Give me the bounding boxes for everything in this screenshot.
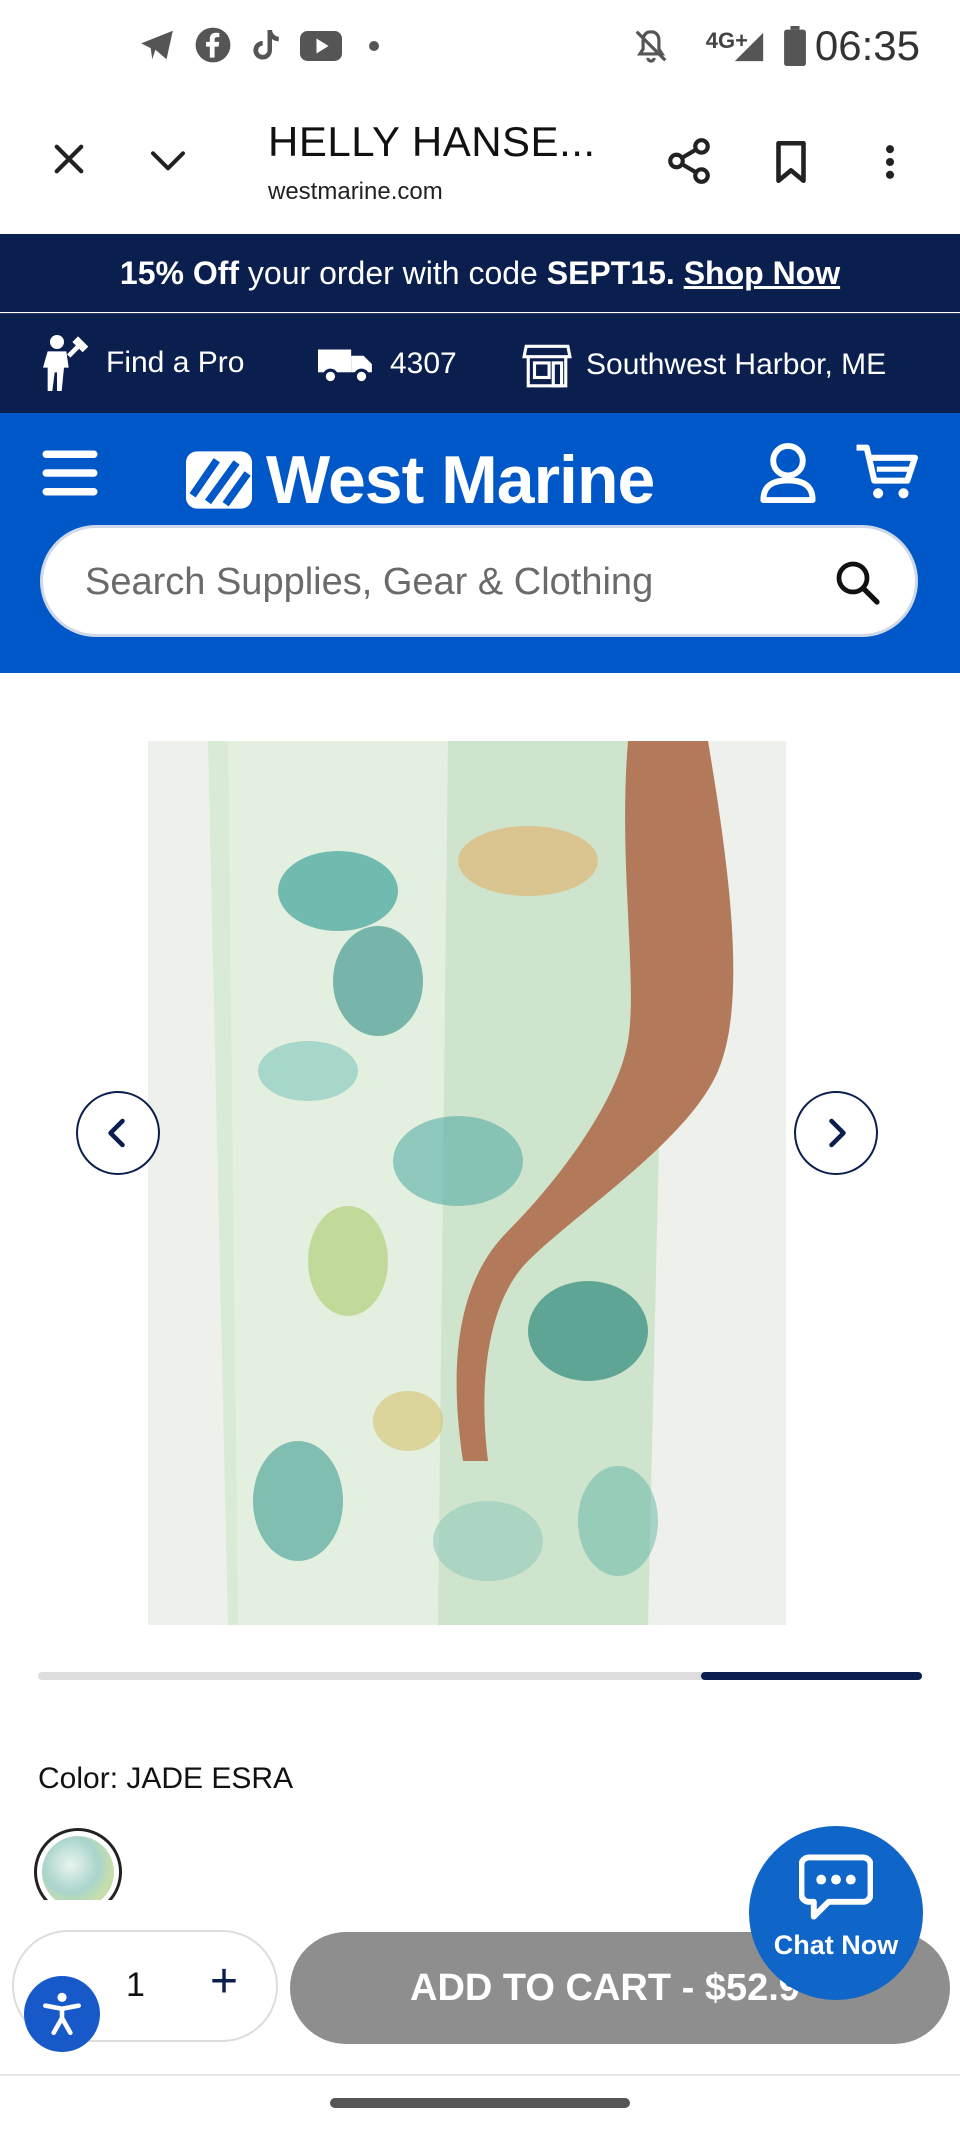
- site-header: West Marine: [0, 413, 960, 673]
- quantity-value[interactable]: 1: [126, 1966, 145, 2005]
- accessibility-button[interactable]: [24, 1976, 100, 2052]
- promo-text: your order with code: [239, 255, 547, 291]
- zip-code: 4307: [390, 347, 457, 380]
- gesture-home-bar[interactable]: [330, 2098, 630, 2108]
- youtube-icon: [300, 31, 342, 61]
- product-image[interactable]: [148, 741, 786, 1625]
- store-name: Southwest Harbor, ME: [586, 348, 887, 381]
- find-a-pro-link[interactable]: Find a Pro: [36, 332, 244, 394]
- chevron-down-icon[interactable]: [144, 140, 192, 180]
- page-url[interactable]: westmarine.com: [268, 178, 443, 206]
- store-icon: [522, 344, 572, 388]
- search-input[interactable]: [83, 528, 807, 636]
- bookmark-icon[interactable]: [766, 136, 816, 188]
- next-image-button[interactable]: [794, 1091, 878, 1175]
- chevron-right-icon: [829, 1118, 846, 1148]
- logo-text: West Marine: [266, 442, 655, 518]
- more-options-icon[interactable]: [868, 138, 912, 186]
- gallery-scroll-thumb[interactable]: [701, 1672, 922, 1680]
- page-title: HELLY HANSE...: [268, 118, 596, 165]
- chat-now-label: Chat Now: [773, 1930, 899, 1960]
- status-bar: 4G+ 06:35: [0, 0, 960, 96]
- tiktok-icon: [253, 30, 279, 60]
- clock: 06:35: [814, 22, 920, 69]
- share-icon[interactable]: [664, 136, 714, 186]
- search-bar: [40, 525, 918, 637]
- promo-code: SEPT15.: [546, 255, 675, 291]
- find-a-pro-label: Find a Pro: [106, 346, 245, 379]
- promo-banner: 15% Off your order with code SEPT15. Sho…: [0, 234, 960, 312]
- accessibility-icon: [43, 1992, 81, 2036]
- product-gallery: [0, 673, 960, 1673]
- cart-icon[interactable]: [854, 441, 920, 505]
- dot-icon: [369, 41, 379, 51]
- store-selector[interactable]: Southwest Harbor, ME: [522, 342, 886, 388]
- chat-bubble-icon: [799, 1854, 873, 1920]
- dress-photo-illustration: [148, 741, 786, 1625]
- chat-now-button[interactable]: Chat Now: [749, 1826, 923, 2000]
- mute-icon: [635, 30, 667, 63]
- delivery-zip-link[interactable]: 4307: [318, 342, 457, 386]
- logo-mark-icon: [186, 451, 252, 509]
- telegram-icon: [141, 30, 173, 60]
- divider: [0, 2074, 960, 2076]
- utility-bar: Find a Pro 4307 Southwest Harbor, ME: [0, 313, 960, 414]
- previous-image-button[interactable]: [76, 1091, 160, 1175]
- promo-discount: 15% Off: [119, 255, 240, 291]
- close-icon[interactable]: [48, 138, 90, 180]
- shop-now-link[interactable]: Shop Now: [684, 255, 840, 291]
- chevron-left-icon: [108, 1118, 125, 1148]
- battery-icon: [784, 26, 806, 66]
- facebook-icon: [195, 27, 231, 63]
- browser-toolbar: HELLY HANSE... westmarine.com: [0, 96, 960, 235]
- hamburger-menu-icon[interactable]: [40, 445, 100, 501]
- truck-icon: [318, 349, 372, 385]
- account-icon[interactable]: [758, 441, 818, 505]
- west-marine-logo[interactable]: West Marine: [186, 435, 655, 525]
- signal-icon: [734, 32, 764, 62]
- color-label: Color: JADE ESRA: [38, 1762, 294, 1795]
- pro-technician-icon: [43, 335, 89, 391]
- gallery-scroll-progress[interactable]: [38, 1672, 922, 1680]
- search-icon[interactable]: [833, 558, 881, 606]
- increase-quantity-button[interactable]: +: [210, 1954, 238, 2009]
